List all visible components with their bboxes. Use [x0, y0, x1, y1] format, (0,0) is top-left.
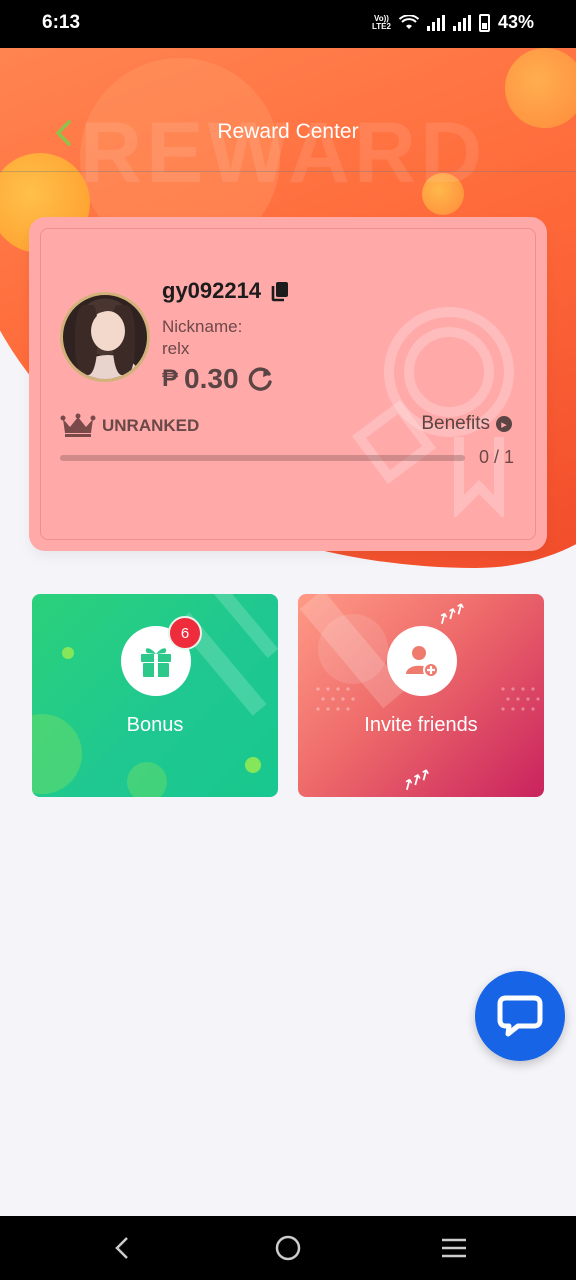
- header-divider: [0, 171, 576, 172]
- nav-back-button[interactable]: [106, 1232, 138, 1264]
- copy-icon[interactable]: [270, 280, 290, 302]
- status-bar: 6:13 Vo)) LTE2 43%: [0, 0, 576, 48]
- rank-progress-bar: [60, 455, 465, 461]
- invite-icon-circle: [387, 626, 457, 696]
- crown-icon: [60, 413, 96, 437]
- status-icons: Vo)) LTE2 43%: [372, 12, 534, 33]
- page-title: Reward Center: [217, 120, 359, 143]
- bonus-tile[interactable]: 6 Bonus: [32, 594, 278, 797]
- status-time: 6:13: [42, 12, 81, 33]
- nickname-value: relx: [162, 339, 190, 358]
- chat-support-button[interactable]: [475, 971, 565, 1061]
- medal-watermark-icon: [352, 307, 514, 517]
- benefits-label: Benefits: [421, 413, 490, 434]
- bonus-label: Bonus: [126, 714, 184, 736]
- bonus-count-badge: 6: [168, 616, 202, 650]
- chevron-right-icon: ▸: [496, 416, 512, 432]
- battery-icon: [478, 13, 490, 32]
- wifi-icon: [398, 14, 419, 29]
- volte-indicator: Vo)) LTE2: [372, 13, 391, 31]
- decor-dot: [245, 757, 261, 773]
- signal-icon-2: [452, 14, 471, 31]
- gift-icon: [141, 648, 171, 677]
- refresh-icon[interactable]: [245, 364, 275, 394]
- home-icon: [275, 1235, 301, 1261]
- header-watermark: REWARD: [80, 105, 487, 201]
- rank-progress-count: 0 / 1: [478, 447, 514, 467]
- username: gy092214: [162, 278, 262, 303]
- balance-value: 0.30: [184, 363, 239, 394]
- rank-label: UNRANKED: [102, 416, 200, 435]
- decor-ball: [505, 48, 576, 128]
- nav-menu-button[interactable]: [438, 1232, 470, 1264]
- username-row: gy092214: [162, 278, 290, 304]
- decor-arrows: ↗↗↗: [433, 600, 468, 630]
- add-user-icon: [406, 646, 439, 678]
- benefits-link[interactable]: Benefits ▸: [421, 413, 512, 435]
- battery-percent: 43%: [497, 12, 534, 32]
- invite-friends-tile[interactable]: ↗↗↗ ↗↗↗ Invite friends: [298, 594, 544, 797]
- reward-card: gy092214 Nickname: relx ₱ 0.30 UNRANKED …: [29, 217, 547, 551]
- decor-dot: [62, 647, 74, 659]
- invite-friends-label: Invite friends: [364, 714, 478, 736]
- signal-icon-1: [426, 14, 445, 31]
- system-nav-bar: [0, 1216, 576, 1280]
- decor-dot: [127, 762, 167, 797]
- nav-home-button[interactable]: [272, 1232, 304, 1264]
- decor-arrows: ↗↗↗: [398, 766, 433, 796]
- nickname-label: Nickname:: [162, 317, 243, 336]
- avatar[interactable]: [60, 292, 150, 382]
- back-icon: [115, 1237, 128, 1259]
- balance-row: ₱ 0.30: [162, 363, 275, 395]
- peso-icon: ₱: [162, 365, 179, 392]
- menu-icon: [442, 1238, 466, 1258]
- rank-row: UNRANKED: [60, 413, 199, 439]
- chat-bubble-icon: [497, 995, 543, 1037]
